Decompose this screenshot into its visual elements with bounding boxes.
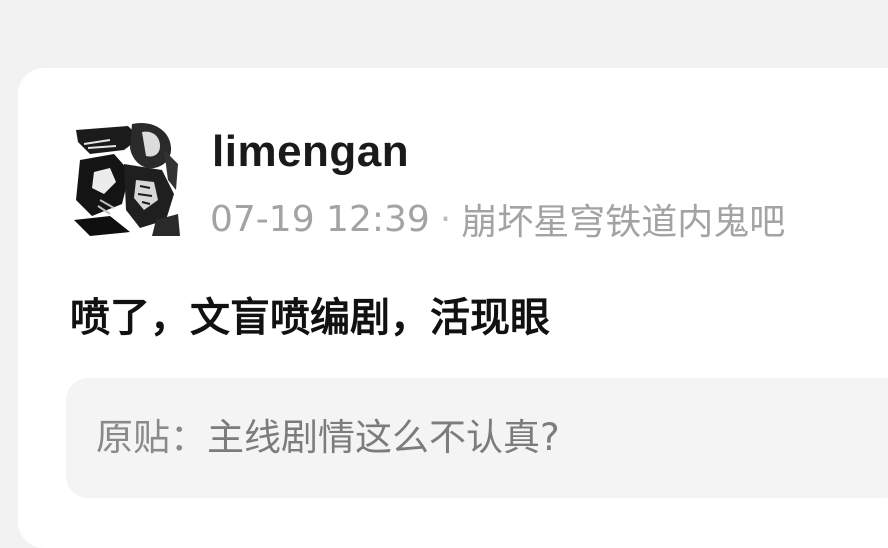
post-meta: 07-19 12:39 · 崩坏星穹铁道内鬼吧 [210, 193, 785, 245]
quoted-original-post[interactable]: 原贴：主线剧情这么不认真? [66, 378, 888, 498]
forum-link[interactable]: 崩坏星穹铁道内鬼吧 [461, 193, 785, 245]
username[interactable]: limengan [212, 124, 409, 180]
meta-separator: · [439, 198, 452, 240]
quote-text-line: 原贴：主线剧情这么不认真? [96, 410, 560, 466]
quote-label: 原贴： [96, 416, 207, 459]
post-content: 喷了，文盲喷编剧，活现眼 [70, 295, 550, 341]
user-avatar-icon[interactable] [70, 120, 182, 238]
quote-title: 主线剧情这么不认真? [207, 416, 560, 459]
post-timestamp: 07-19 12:39 [210, 198, 430, 240]
